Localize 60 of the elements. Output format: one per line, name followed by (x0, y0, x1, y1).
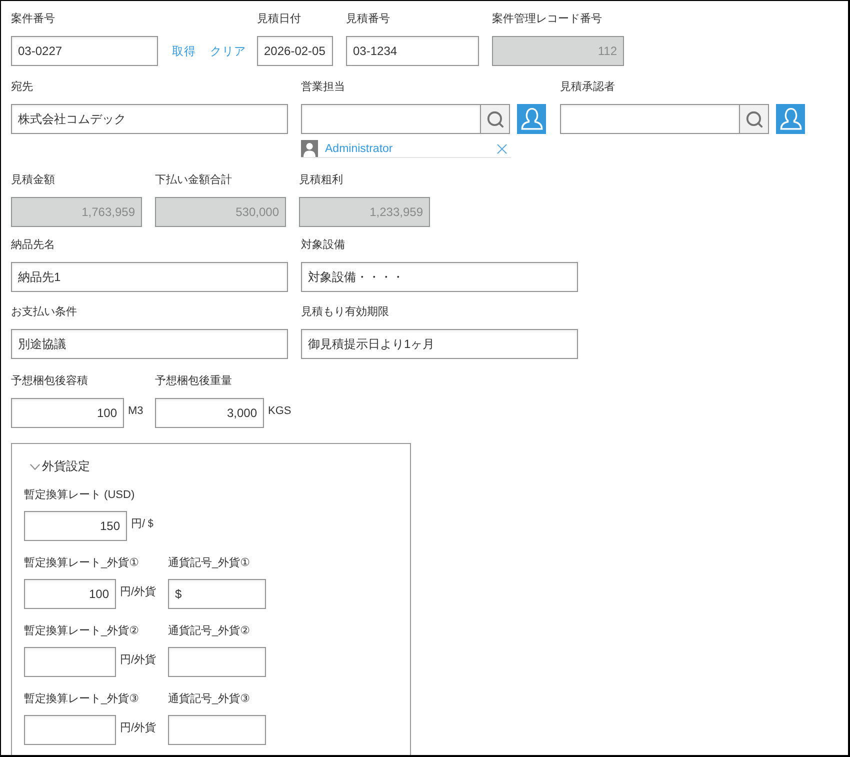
field-label: お支払い条件 (11, 305, 77, 320)
unit-label: KGS (268, 404, 292, 419)
field-label: 通貨記号_外貨③ (168, 692, 250, 707)
number-field[interactable] (24, 647, 116, 677)
field-label: 見積番号 (346, 12, 390, 27)
number-field[interactable]: 3,000 (155, 398, 264, 428)
field-label: 案件管理レコード番号 (492, 12, 602, 27)
number-field[interactable] (24, 715, 116, 745)
field-label: 見積粗利 (299, 173, 343, 188)
field-label: 予想梱包後容積 (11, 374, 88, 389)
field-label: 納品先名 (11, 238, 55, 253)
field-label: 見積承認者 (560, 80, 615, 95)
field-label: 見積日付 (257, 12, 301, 27)
chevron-down-icon[interactable] (30, 464, 40, 470)
field-label: 暫定換算レート_外貨① (24, 556, 139, 571)
search-button[interactable] (739, 104, 769, 134)
number-field[interactable]: 100 (24, 579, 116, 609)
user-icon (520, 108, 542, 130)
field-label: 対象設備 (301, 238, 345, 253)
text-field[interactable]: 2026-02-05 (257, 36, 333, 66)
text-field[interactable]: $ (168, 579, 266, 609)
text-field[interactable]: 03-0227 (11, 36, 158, 66)
field-label: 宛先 (11, 80, 33, 95)
unit-label: 円/＄ (131, 517, 156, 532)
field-label: 暫定換算レート_外貨② (24, 624, 139, 639)
search-icon (486, 110, 504, 128)
text-field[interactable]: 御見積提示日より1ヶ月 (301, 329, 578, 359)
user-icon (780, 108, 802, 130)
field-label: 見積金額 (11, 172, 55, 188)
text-field[interactable]: 株式会社コムデック (11, 104, 288, 134)
unit-label: 円/外貨 (120, 653, 156, 668)
user-avatar-icon (301, 140, 318, 157)
field-label: 通貨記号_外貨① (168, 556, 250, 571)
field-label: 予想梱包後重量 (155, 374, 232, 389)
section-title: 外貨設定 (42, 458, 90, 475)
text-field[interactable]: 別途協議 (11, 329, 288, 359)
user-search-field[interactable] (560, 104, 740, 134)
field-label: 案件番号 (11, 12, 55, 27)
unit-label: M3 (128, 404, 144, 419)
user-search-field[interactable] (301, 104, 481, 134)
field-label: 暫定換算レート (USD) (24, 488, 135, 503)
number-field[interactable]: 100 (11, 398, 124, 428)
text-field[interactable] (168, 715, 266, 745)
text-field[interactable]: 対象設備・・・・ (301, 262, 578, 292)
close-icon[interactable] (497, 144, 507, 154)
user-select-button[interactable] (776, 104, 805, 134)
field-label: 下払い金額合計 (155, 172, 232, 188)
number-field[interactable]: 150 (24, 511, 127, 541)
field-label: 見積もり有効期限 (301, 305, 389, 320)
field-label: 営業担当 (301, 80, 345, 95)
unit-label: 円/外貨 (120, 721, 156, 736)
text-field[interactable] (168, 647, 266, 677)
user-select-button[interactable] (517, 104, 546, 134)
text-field[interactable]: 納品先1 (11, 262, 288, 292)
field-label: 暫定換算レート_外貨③ (24, 692, 139, 707)
text-field[interactable]: 03-1234 (346, 36, 479, 66)
search-button[interactable] (480, 104, 510, 134)
search-icon (744, 110, 764, 128)
field-label: 通貨記号_外貨② (168, 624, 250, 639)
unit-label: 円/外貨 (120, 585, 156, 600)
